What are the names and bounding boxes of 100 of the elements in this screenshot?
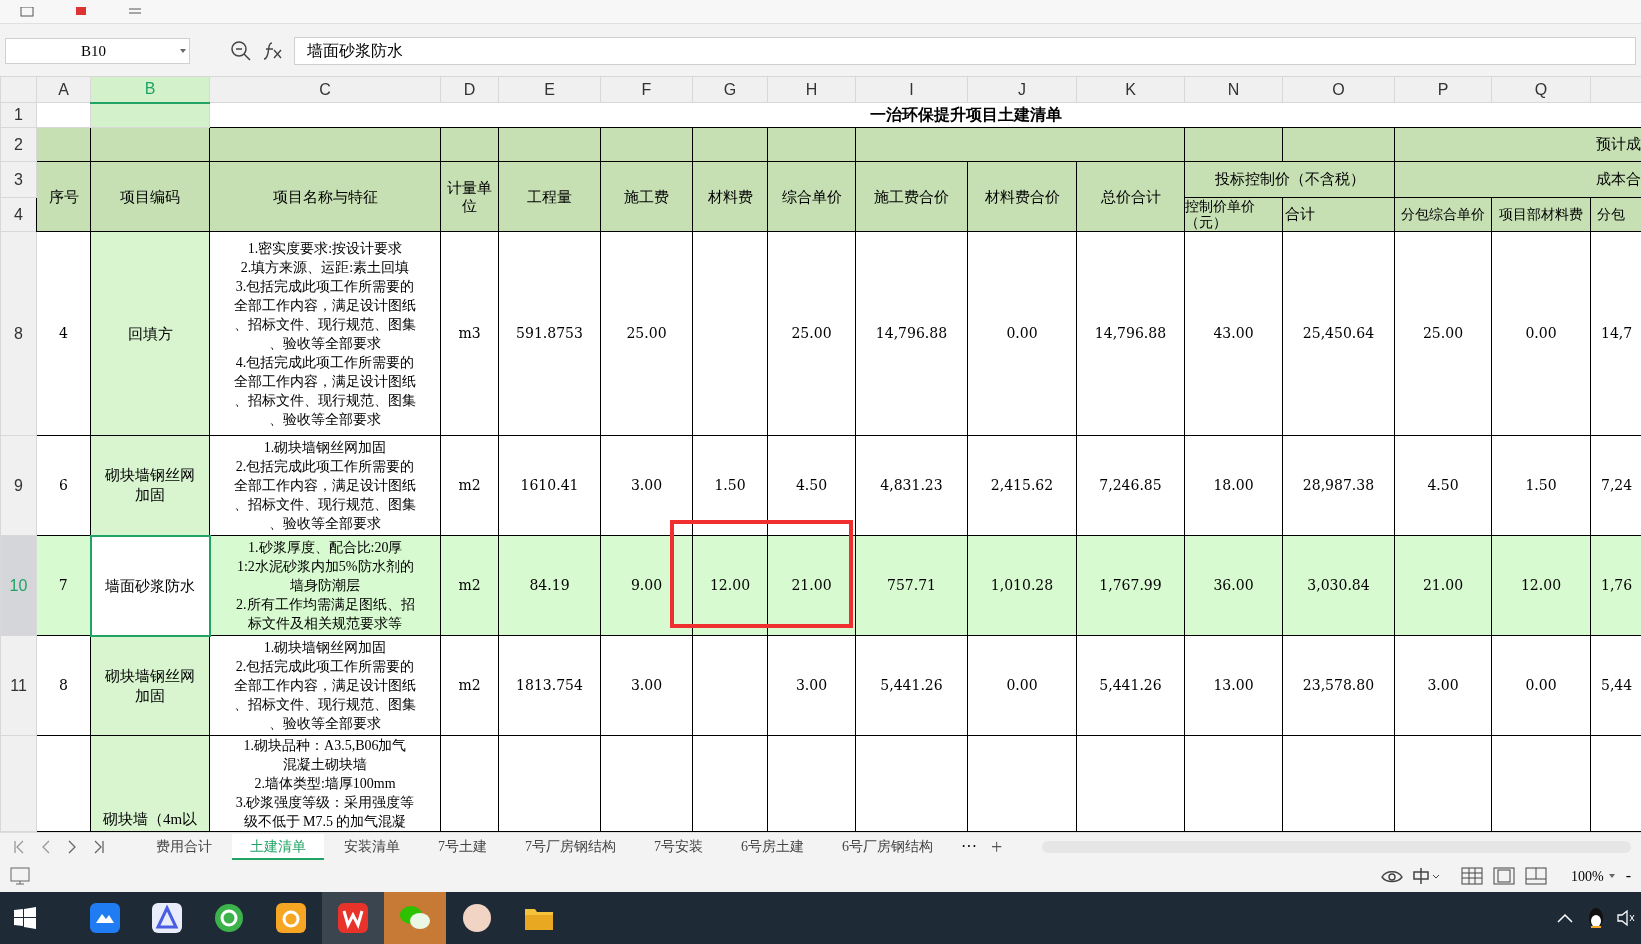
table-cell: 757.71 <box>887 577 936 594</box>
column-header[interactable]: I <box>855 76 968 103</box>
column-header[interactable]: N <box>1184 76 1283 103</box>
triangle-app-icon[interactable] <box>152 903 182 933</box>
column-header[interactable]: O <box>1282 76 1395 103</box>
eye-icon[interactable] <box>1381 868 1403 884</box>
column-header[interactable]: D <box>440 76 499 103</box>
page-layout-icon[interactable] <box>1493 867 1515 885</box>
table-cell: 7,24 <box>1601 477 1633 494</box>
item-description: 1.砌块墙钢丝网加固 2.包括完成此项工作所需要的 全部工作内容，满足设计图纸 、招标文件、现行规范、图集 、验收等全部要求 <box>233 439 417 533</box>
previous-sheet-icon[interactable] <box>42 839 50 854</box>
column-heading: 项目部材料费 <box>1491 197 1591 232</box>
table-cell: 4 <box>59 325 68 342</box>
speaker-icon[interactable] <box>1617 909 1635 927</box>
column-heading: 项目编码 <box>90 161 210 232</box>
item-name: 砌块墙（4m以 <box>101 810 199 829</box>
normal-view-icon[interactable] <box>1461 867 1483 885</box>
column-header[interactable]: A <box>36 76 91 103</box>
formula-text: 墙面砂浆防水 <box>307 41 403 61</box>
sheet-tab[interactable]: 7号安装 <box>636 833 721 860</box>
row-header[interactable]: 2 <box>0 127 37 162</box>
row-header[interactable]: 8 <box>0 231 37 436</box>
office-app-icon[interactable] <box>338 903 368 933</box>
column-header[interactable]: C <box>209 76 441 103</box>
name-box[interactable]: B10 <box>5 38 190 64</box>
table-cell: 14,7 <box>1601 325 1633 342</box>
table-cell: 23,578.80 <box>1302 677 1375 694</box>
table-cell: 12.00 <box>1520 577 1562 594</box>
dropdown-icon[interactable] <box>179 48 187 54</box>
item-description: 1.砂浆厚度、配合比:20厚 1:2水泥砂浆内加5%防水剂的 墙身防潮层 2.所有工作均需满足图纸、招 标文件及相关规范要求等 <box>235 539 416 633</box>
row-header[interactable]: 11 <box>0 635 37 736</box>
formula-field[interactable]: 墙面砂浆防水 <box>294 37 1636 65</box>
row-header[interactable]: 1 <box>0 102 37 128</box>
column-heading: 计量单位 <box>440 161 499 232</box>
table-cell: 1.50 <box>1525 477 1557 494</box>
avatar-app-icon[interactable] <box>462 903 492 933</box>
column-heading: 序号 <box>36 161 91 232</box>
more-sheets-button[interactable]: ··· <box>961 834 977 859</box>
first-sheet-icon[interactable] <box>14 839 24 854</box>
table-cell: 12.00 <box>709 577 751 594</box>
sheet-tab[interactable]: 6号房土建 <box>723 833 822 860</box>
table-cell: 4.50 <box>1427 477 1459 494</box>
item-name: 回填方 <box>126 324 174 344</box>
column-heading: 工程量 <box>498 161 601 232</box>
table-cell: 1610.41 <box>520 477 579 494</box>
column-heading: 控制价单价（元） <box>1184 197 1283 232</box>
table-cell: 1813.754 <box>516 677 583 694</box>
chat-app-icon[interactable] <box>399 904 431 932</box>
table-cell: 4.50 <box>795 477 828 494</box>
input-method-icon[interactable] <box>1411 867 1441 885</box>
row-header[interactable]: 4 <box>0 197 37 232</box>
browser-icon[interactable] <box>214 903 244 933</box>
table-cell: 14,796.88 <box>1094 325 1167 342</box>
table-cell: 21.00 <box>791 577 832 594</box>
column-header[interactable]: Q <box>1491 76 1591 103</box>
header-cell <box>36 127 91 162</box>
sheet-tab[interactable]: 7号土建 <box>420 833 505 860</box>
column-header[interactable]: E <box>498 76 601 103</box>
column-header[interactable]: H <box>767 76 856 103</box>
column-header[interactable]: P <box>1394 76 1492 103</box>
last-sheet-icon[interactable] <box>94 839 104 854</box>
chevron-up-icon[interactable] <box>1557 913 1573 923</box>
table-cell: 3,030.84 <box>1307 577 1370 594</box>
table-cell: 4,831.23 <box>880 477 943 494</box>
table-cell: 25,450.64 <box>1302 325 1375 342</box>
column-header[interactable]: J <box>967 76 1077 103</box>
column-heading: 材料费合价 <box>967 161 1077 232</box>
row-header[interactable]: 3 <box>0 161 37 198</box>
column-heading: 施工费合价 <box>855 161 968 232</box>
table-cell: 3.00 <box>1427 677 1459 694</box>
zoom-level[interactable]: 100% <box>1571 865 1604 887</box>
column-heading: 施工费 <box>600 161 693 232</box>
sheet-tab[interactable]: 安装清单 <box>326 833 418 860</box>
windows-start-icon[interactable] <box>14 907 36 929</box>
table-cell: 7 <box>58 577 68 594</box>
function-icon[interactable] <box>262 41 284 61</box>
table-cell: 2,415.62 <box>990 477 1054 494</box>
table-cell: 0.00 <box>1006 325 1038 342</box>
table-cell: 5,44 <box>1601 677 1633 694</box>
table-cell: 14,796.88 <box>875 325 948 342</box>
table-cell: m2 <box>458 477 481 494</box>
page-break-icon[interactable] <box>1525 867 1547 885</box>
column-header[interactable]: G <box>692 76 768 103</box>
penguin-icon[interactable] <box>1587 907 1605 929</box>
table-cell: 1.50 <box>714 477 746 494</box>
column-header[interactable]: F <box>600 76 693 103</box>
sheet-tab[interactable]: 6号厂房钢结构 <box>824 833 951 860</box>
sheet-tab[interactable]: 7号厂房钢结构 <box>507 833 634 860</box>
zoom-out-button[interactable]: - <box>1625 864 1631 888</box>
sheet-title: 一治环保提升项目土建清单 <box>869 106 1062 123</box>
column-heading: 项目名称与特征 <box>209 161 441 232</box>
row-header[interactable]: 9 <box>0 435 37 536</box>
table-cell: 0.00 <box>1006 677 1038 694</box>
table-cell: m2 <box>458 577 481 594</box>
zoom-icon[interactable] <box>230 40 252 62</box>
next-sheet-icon[interactable] <box>68 839 76 854</box>
column-header[interactable]: K <box>1076 76 1185 103</box>
sheet-tab[interactable]: 费用合计 <box>138 833 230 860</box>
add-sheet-button[interactable]: + <box>991 831 1003 862</box>
caret-icon[interactable] <box>1607 873 1616 879</box>
